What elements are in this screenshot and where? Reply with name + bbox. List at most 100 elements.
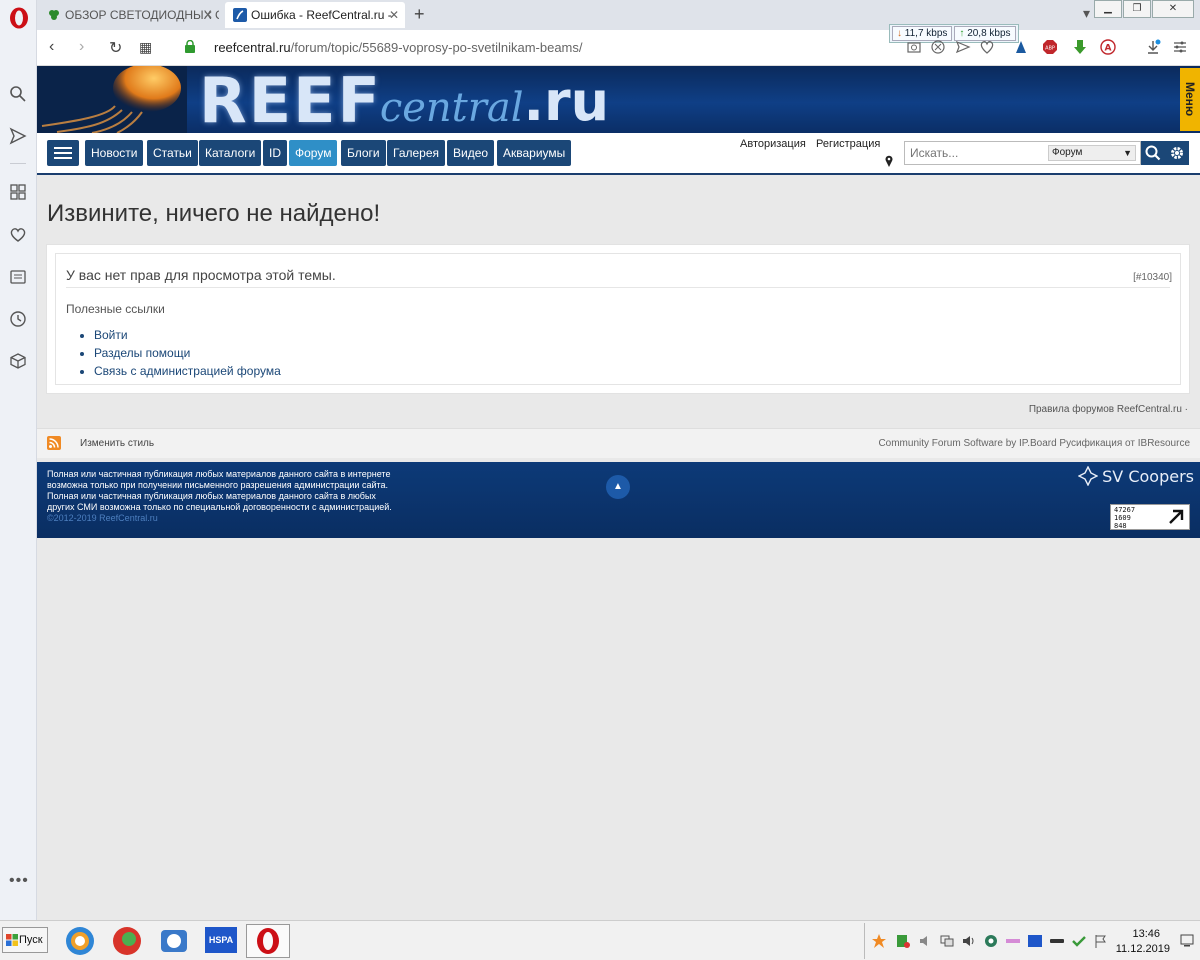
search-icon <box>1145 145 1161 161</box>
restore-button[interactable]: ❐ <box>1123 0 1151 18</box>
minimize-button[interactable]: ▁ <box>1094 0 1122 18</box>
login-link[interactable]: Авторизация <box>740 138 806 150</box>
nav-item-blogs[interactable]: Блоги <box>341 140 386 166</box>
start-button[interactable]: Пуск <box>2 927 48 953</box>
divider <box>66 287 1170 288</box>
network-icon[interactable] <box>939 933 955 949</box>
easy-setup-icon[interactable] <box>1172 39 1188 55</box>
search-icon[interactable] <box>9 85 27 103</box>
settings-tray-icon[interactable] <box>983 933 999 949</box>
sv-coopers-logo[interactable]: SV Coopers <box>1078 466 1194 486</box>
new-tab-button[interactable]: + <box>414 4 425 25</box>
vpn-icon[interactable] <box>1013 39 1029 55</box>
nav-item-articles[interactable]: Статьи <box>147 140 198 166</box>
location-pin-icon[interactable] <box>885 155 893 167</box>
site-logo[interactable]: REEF central .ru <box>199 68 610 134</box>
speed-dial-icon[interactable] <box>9 183 27 201</box>
copyright-years: ©2012-2019 ReefCentral.ru <box>47 513 158 523</box>
search-settings-button[interactable] <box>1165 141 1189 165</box>
clock-date[interactable]: 11.12.2019 <box>1116 943 1170 955</box>
gear-icon <box>1171 147 1183 159</box>
extensions-icon[interactable] <box>9 352 27 370</box>
forward-button[interactable]: › <box>79 38 84 56</box>
site-footer: Полная или частичная публикация любых ма… <box>37 462 1200 538</box>
rss-icon[interactable] <box>47 436 61 450</box>
close-tab-icon[interactable]: ✕ <box>203 8 213 22</box>
register-link[interactable]: Регистрация <box>816 138 880 150</box>
nav-item-aquariums[interactable]: Аквариумы <box>497 140 572 166</box>
opera-logo-icon[interactable] <box>8 6 30 30</box>
visitor-counter[interactable]: 47267 1609 848 <box>1110 504 1190 530</box>
counter-value: 848 <box>1114 522 1127 530</box>
avast-icon[interactable] <box>871 933 887 949</box>
usb-icon[interactable] <box>1049 933 1065 949</box>
hspa-modem-icon[interactable]: HSPA <box>205 927 237 953</box>
news-icon[interactable] <box>9 268 27 286</box>
tab-reefcentral-error[interactable]: Ошибка - ReefCentral.ru - ✕ <box>225 2 405 28</box>
downloads-icon[interactable] <box>1145 39 1161 55</box>
action-center-flag-icon[interactable] <box>1093 933 1109 949</box>
nav-item-gallery[interactable]: Галерея <box>387 140 446 166</box>
hspa-tray-icon[interactable] <box>1027 933 1043 949</box>
notice-line: возможна только при получении письменног… <box>47 480 389 490</box>
send-icon[interactable] <box>9 127 27 145</box>
grid-icon[interactable]: ▦ <box>139 39 152 56</box>
start-label: Пуск <box>19 934 43 946</box>
tab-led-review[interactable]: ОБЗОР СВЕТОДИОДНЫХ С ✕ <box>39 2 219 28</box>
nav-item-news[interactable]: Новости <box>85 140 144 166</box>
search-button[interactable] <box>1141 141 1165 165</box>
bar-icon[interactable] <box>1005 933 1021 949</box>
more-icon[interactable]: ••• <box>9 872 29 890</box>
jellyfish-image <box>37 66 187 133</box>
close-tab-icon[interactable]: ✕ <box>389 8 399 22</box>
taskbar-opera-button[interactable] <box>246 924 290 958</box>
url-path: /forum/topic/55689-voprosy-po-svetilnika… <box>290 40 583 55</box>
send-icon[interactable] <box>955 39 971 55</box>
logo-ru-text: .ru <box>523 70 610 133</box>
reload-button[interactable]: ↻ <box>109 38 122 58</box>
hamburger-menu-button[interactable] <box>47 140 79 166</box>
ccleaner-icon[interactable] <box>64 925 96 957</box>
forum-rules-link[interactable]: Правила форумов ReefCentral.ru · <box>1029 404 1188 415</box>
checkmark-tray-icon[interactable] <box>1071 933 1087 949</box>
nav-item-video[interactable]: Видео <box>447 140 495 166</box>
nav-item-id[interactable]: ID <box>263 140 287 166</box>
menu-tab-button[interactable]: Меню <box>1180 68 1200 131</box>
back-button[interactable]: ‹ <box>49 38 54 56</box>
nav-item-catalogs[interactable]: Каталоги <box>199 140 262 166</box>
media-player-icon[interactable] <box>158 925 190 957</box>
search-input[interactable] <box>905 142 1045 164</box>
url-host: reefcentral.ru <box>214 40 291 55</box>
change-style-link[interactable]: Изменить стиль <box>80 438 154 449</box>
nav-item-forum[interactable]: Форум <box>289 140 338 166</box>
link-contact-admin[interactable]: Связь с администрацией форума <box>94 362 281 380</box>
update-icon[interactable] <box>895 933 911 949</box>
search-scope-select[interactable]: Форум ▼ <box>1048 145 1136 161</box>
tab-menu-icon[interactable]: ▾ <box>1083 5 1090 22</box>
heart-icon[interactable] <box>979 39 995 55</box>
heart-icon[interactable] <box>9 226 27 244</box>
anchor-extension-icon[interactable]: A <box>1100 39 1116 55</box>
up-arrow-icon: ↑ <box>959 28 965 39</box>
volume-icon[interactable] <box>961 933 977 949</box>
software-credit[interactable]: Community Forum Software by IP.Board Рус… <box>878 438 1190 449</box>
block-icon[interactable] <box>930 39 946 55</box>
svg-text:ABP: ABP <box>1045 46 1055 52</box>
system-tray: 13:46 11.12.2019 <box>864 923 1200 959</box>
download-extension-icon[interactable] <box>1072 39 1088 55</box>
link-login[interactable]: Войти <box>94 326 281 344</box>
adblock-icon[interactable]: ABP <box>1042 39 1058 55</box>
opera-turbo-icon[interactable] <box>111 925 143 957</box>
url-field[interactable]: reefcentral.ru/forum/topic/55689-voprosy… <box>214 40 583 55</box>
svg-text:A: A <box>1105 44 1112 54</box>
show-desktop-icon[interactable] <box>1180 933 1194 947</box>
tab-title: Ошибка - ReefCentral.ru - <box>251 8 392 22</box>
back-to-top-button[interactable]: ▲ <box>606 475 630 499</box>
history-icon[interactable] <box>9 310 27 328</box>
snapshot-icon[interactable] <box>906 39 922 55</box>
audio-icon[interactable] <box>917 933 933 949</box>
close-window-button[interactable]: ✕ <box>1152 0 1194 18</box>
error-message-box: У вас нет прав для просмотра этой темы. … <box>55 253 1181 385</box>
clock-time[interactable]: 13:46 <box>1132 928 1160 940</box>
link-help[interactable]: Разделы помощи <box>94 344 281 362</box>
